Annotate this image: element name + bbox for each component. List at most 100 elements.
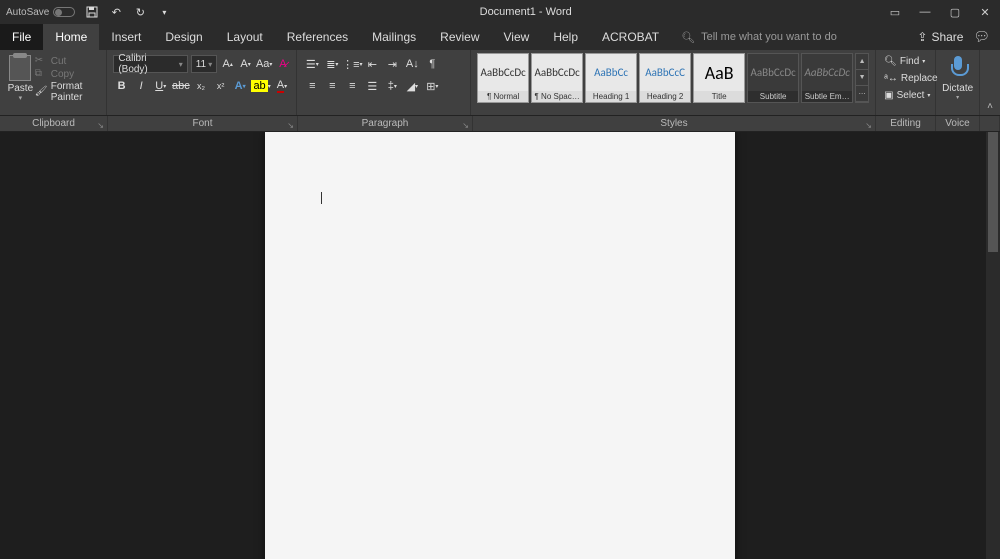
- scissors-icon: ✂︎: [35, 55, 47, 67]
- launcher-icon[interactable]: ↘: [865, 121, 872, 130]
- replace-icon: ᵃ↔: [884, 73, 898, 84]
- document-canvas[interactable]: [0, 132, 1000, 559]
- window-title: Document1 - Word: [171, 6, 880, 18]
- style-subtitle[interactable]: AaBbCcDc Subtitle: [747, 53, 799, 103]
- shading-button[interactable]: ◢▾: [403, 77, 421, 95]
- change-case-button[interactable]: Aa▾: [256, 55, 272, 73]
- style-subtle-emphasis[interactable]: AaBbCcDc Subtle Em…: [801, 53, 853, 103]
- tab-mailings[interactable]: Mailings: [360, 24, 428, 50]
- style-heading2[interactable]: AaBbCcC Heading 2: [639, 53, 691, 103]
- show-marks-button[interactable]: ¶: [423, 55, 441, 73]
- share-icon: ⇪: [917, 30, 927, 44]
- style-heading1[interactable]: AaBbCc Heading 1: [585, 53, 637, 103]
- ribbon: Paste ▾ ✂︎ Cut ⧉ Copy 🖌︎ Format Painter: [0, 50, 1000, 116]
- close-button[interactable]: ✕: [970, 0, 1000, 24]
- vertical-scrollbar[interactable]: [986, 132, 1000, 559]
- font-size-combo[interactable]: 11▾: [191, 55, 218, 73]
- select-button[interactable]: ▣ Select ▾: [882, 87, 929, 104]
- maximize-button[interactable]: ▢: [940, 0, 970, 24]
- decrease-indent-button[interactable]: ⇤: [363, 55, 381, 73]
- launcher-icon[interactable]: ↘: [97, 121, 104, 130]
- find-button[interactable]: 🔍︎ Find ▾: [882, 53, 929, 70]
- highlight-button[interactable]: ab▾: [251, 77, 270, 95]
- tab-help[interactable]: Help: [541, 24, 590, 50]
- font-color-button[interactable]: A▾: [274, 77, 291, 95]
- grow-font-button[interactable]: A▴: [220, 55, 235, 73]
- ribbon-display-button[interactable]: ▭: [880, 0, 910, 24]
- launcher-icon[interactable]: ↘: [287, 121, 294, 130]
- save-icon[interactable]: [85, 5, 99, 19]
- comments-icon[interactable]: 💬︎: [973, 29, 990, 45]
- line-spacing-button[interactable]: ‡▾: [383, 77, 401, 95]
- styles-up-icon[interactable]: ▲: [856, 54, 868, 70]
- scrollbar-thumb[interactable]: [988, 132, 998, 252]
- multilevel-list-button[interactable]: ⋮≡▾: [343, 55, 361, 73]
- clipboard-group-label: Clipboard↘: [0, 116, 108, 131]
- underline-button[interactable]: U▾: [152, 77, 169, 95]
- tab-acrobat[interactable]: ACROBAT: [590, 24, 671, 50]
- document-page[interactable]: [265, 132, 735, 559]
- format-painter-button[interactable]: 🖌︎ Format Painter: [35, 81, 101, 103]
- cut-button: ✂︎ Cut: [35, 55, 101, 67]
- align-center-button[interactable]: ≡: [323, 77, 341, 95]
- sort-button[interactable]: A↓: [403, 55, 421, 73]
- styles-gallery-nav[interactable]: ▲ ▼ ⋯: [855, 53, 869, 103]
- align-left-button[interactable]: ≡: [303, 77, 321, 95]
- styles-group-label: Styles↘: [473, 116, 876, 131]
- tab-view[interactable]: View: [492, 24, 542, 50]
- collapse-ribbon-button[interactable]: ˄: [980, 50, 1000, 115]
- strikethrough-button[interactable]: abc: [172, 77, 190, 95]
- clear-formatting-button[interactable]: A̷: [275, 55, 290, 73]
- ribbon-group-labels: Clipboard↘ Font↘ Paragraph↘ Styles↘ Edit…: [0, 116, 1000, 132]
- borders-button[interactable]: ⊞▾: [423, 77, 441, 95]
- replace-button[interactable]: ᵃ↔ Replace: [882, 70, 929, 87]
- title-bar: AutoSave ↶ ↻ ▾ Document1 - Word ▭ — ▢ ✕: [0, 0, 1000, 24]
- find-icon: 🔍︎: [884, 56, 897, 67]
- text-effects-button[interactable]: A▾: [232, 77, 249, 95]
- increase-indent-button[interactable]: ⇥: [383, 55, 401, 73]
- copy-button: ⧉ Copy: [35, 68, 101, 80]
- undo-icon[interactable]: ↶: [109, 5, 123, 19]
- subscript-button[interactable]: x₂: [193, 77, 210, 95]
- tab-file[interactable]: File: [0, 24, 43, 50]
- style-nospacing[interactable]: AaBbCcDc ¶ No Spac…: [531, 53, 583, 103]
- numbering-button[interactable]: ≣▾: [323, 55, 341, 73]
- tell-me-search[interactable]: 🔍︎ Tell me what you want to do: [671, 24, 847, 50]
- tab-insert[interactable]: Insert: [99, 24, 153, 50]
- align-right-button[interactable]: ≡: [343, 77, 361, 95]
- group-voice: Dictate ▾: [936, 50, 980, 115]
- minimize-button[interactable]: —: [910, 0, 940, 24]
- dictate-button[interactable]: Dictate ▾: [942, 54, 973, 101]
- style-normal[interactable]: AaBbCcDc ¶ Normal: [477, 53, 529, 103]
- toggle-off-icon: [53, 7, 75, 17]
- superscript-button[interactable]: x²: [212, 77, 229, 95]
- italic-button[interactable]: I: [133, 77, 150, 95]
- justify-button[interactable]: ☰: [363, 77, 381, 95]
- tab-home[interactable]: Home: [43, 24, 99, 50]
- autosave-toggle[interactable]: AutoSave: [6, 7, 75, 18]
- font-name-combo[interactable]: Calibri (Body)▾: [113, 55, 187, 73]
- styles-more-icon[interactable]: ⋯: [856, 86, 868, 102]
- clipboard-icon: [9, 55, 31, 81]
- bullets-button[interactable]: ☰▾: [303, 55, 321, 73]
- group-styles: AaBbCcDc ¶ Normal AaBbCcDc ¶ No Spac… Aa…: [471, 50, 876, 115]
- style-title[interactable]: AaB Title: [693, 53, 745, 103]
- shrink-font-button[interactable]: A▾: [238, 55, 253, 73]
- select-icon: ▣: [884, 90, 893, 101]
- paste-button[interactable]: Paste ▾: [6, 53, 35, 103]
- paste-label: Paste: [8, 83, 34, 94]
- share-button[interactable]: ⇪ Share: [917, 30, 963, 44]
- paintbrush-icon: 🖌︎: [35, 86, 47, 98]
- tell-me-placeholder: Tell me what you want to do: [701, 31, 837, 43]
- voice-group-label: Voice: [936, 116, 980, 131]
- styles-down-icon[interactable]: ▼: [856, 70, 868, 86]
- tab-review[interactable]: Review: [428, 24, 491, 50]
- autosave-label: AutoSave: [6, 7, 49, 18]
- qat-customize-icon[interactable]: ▾: [157, 5, 171, 19]
- tab-design[interactable]: Design: [153, 24, 214, 50]
- tab-references[interactable]: References: [275, 24, 360, 50]
- launcher-icon[interactable]: ↘: [462, 121, 469, 130]
- bold-button[interactable]: B: [113, 77, 130, 95]
- redo-icon[interactable]: ↻: [133, 5, 147, 19]
- tab-layout[interactable]: Layout: [215, 24, 275, 50]
